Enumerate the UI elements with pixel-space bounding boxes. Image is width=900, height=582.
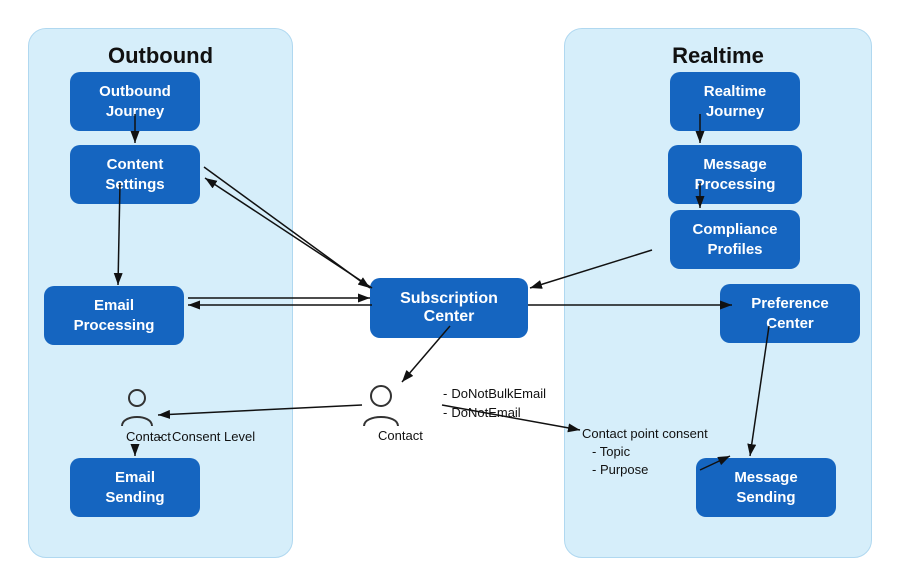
purpose-label: - Purpose: [592, 462, 648, 477]
contact-label-outbound: Contact: [126, 429, 171, 444]
outbound-title: Outbound: [29, 29, 292, 73]
dash-separator: -: [158, 429, 162, 444]
topic-label: - Topic: [592, 444, 630, 459]
content-settings-box: Content Settings: [70, 145, 200, 204]
email-processing-box: Email Processing: [44, 286, 184, 345]
message-sending-box: Message Sending: [696, 458, 836, 517]
do-not-email-label: -DoNotEmail: [443, 405, 521, 420]
email-sending-box: Email Sending: [70, 458, 200, 517]
contact-point-label: Contact point consent: [582, 426, 708, 441]
diagram-container: Outbound Realtime Outbound Journey Conte…: [10, 10, 890, 572]
preference-center-box: Preference Center: [720, 284, 860, 343]
realtime-title: Realtime: [565, 29, 871, 73]
subscription-center-box: Subscription Center: [370, 278, 528, 338]
message-processing-box: Message Processing: [668, 145, 802, 204]
contact-label-center: Contact: [378, 428, 423, 443]
outbound-journey-box: Outbound Journey: [70, 72, 200, 131]
realtime-journey-box: Realtime Journey: [670, 72, 800, 131]
compliance-profiles-box: Compliance Profiles: [670, 210, 800, 269]
do-not-bulk-label: -DoNotBulkEmail: [443, 386, 546, 401]
consent-level-label: Consent Level: [172, 429, 255, 444]
